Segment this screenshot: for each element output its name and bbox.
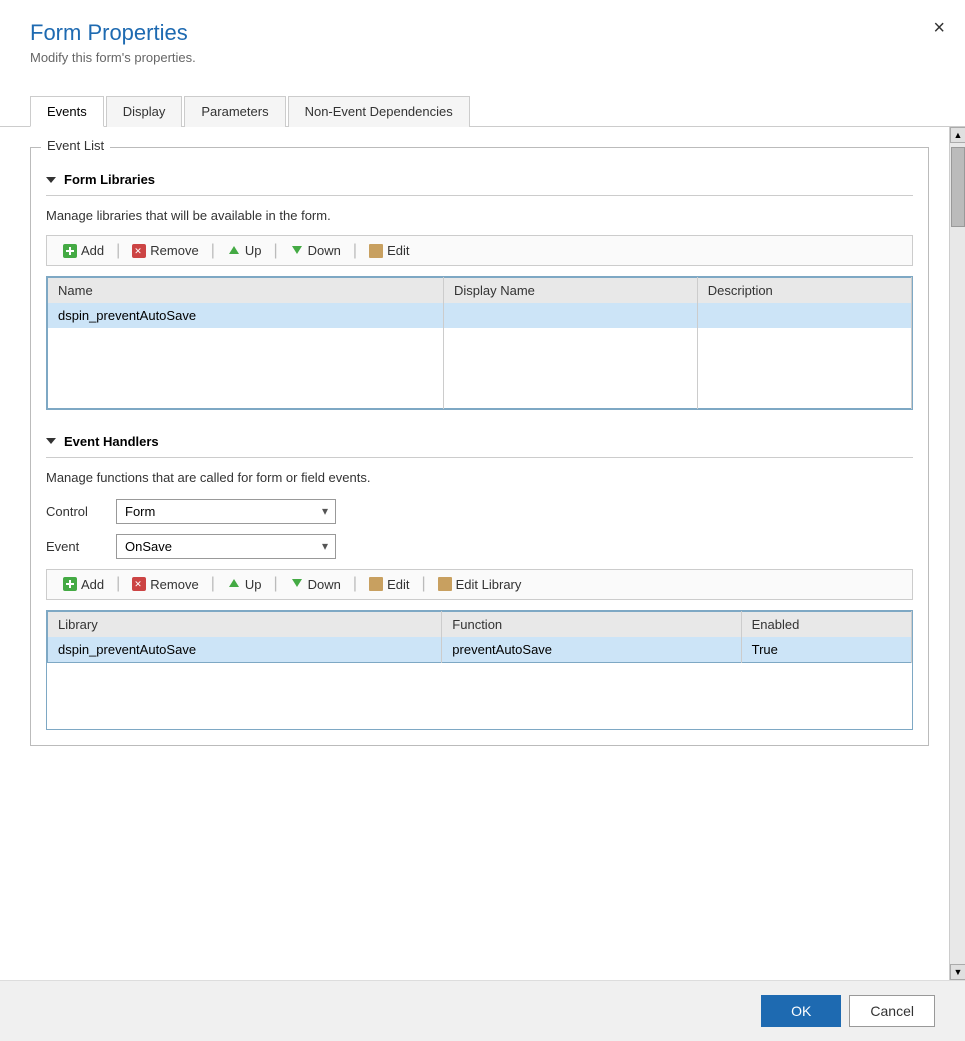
remove-icon bbox=[132, 244, 146, 258]
event-list-section: Event List Form Libraries Manage librari… bbox=[30, 147, 929, 746]
cell-name: dspin_preventAutoSave bbox=[48, 303, 444, 328]
col-name: Name bbox=[48, 278, 444, 304]
up-icon-2 bbox=[227, 577, 241, 591]
col-library: Library bbox=[48, 611, 442, 637]
libraries-up-button[interactable]: Up bbox=[219, 240, 270, 261]
add-icon bbox=[63, 244, 77, 258]
event-select[interactable]: OnSave bbox=[116, 534, 336, 559]
scroll-thumb[interactable] bbox=[951, 147, 965, 227]
cancel-button[interactable]: Cancel bbox=[849, 995, 935, 1027]
event-list-legend: Event List bbox=[41, 138, 110, 153]
scroll-up-button[interactable]: ▲ bbox=[950, 127, 965, 143]
edit-icon-2 bbox=[369, 577, 383, 591]
table-row[interactable]: dspin_preventAutoSave bbox=[48, 303, 912, 328]
event-row: Event OnSave bbox=[46, 534, 913, 559]
tab-display[interactable]: Display bbox=[106, 96, 183, 127]
form-libraries-section: Form Libraries Manage libraries that wil… bbox=[46, 172, 913, 410]
sep9: | bbox=[417, 575, 429, 593]
table-row[interactable]: dspin_preventAutoSave preventAutoSave Tr… bbox=[48, 637, 912, 663]
handlers-table-container: Library Function Enabled bbox=[46, 610, 913, 730]
handlers-edit-library-button[interactable]: Edit Library bbox=[430, 574, 530, 595]
sep4: | bbox=[349, 242, 361, 260]
sep6: | bbox=[207, 575, 219, 593]
libraries-toolbar: Add | Remove | Up bbox=[46, 235, 913, 266]
down-icon-2 bbox=[290, 577, 304, 591]
handlers-up-button[interactable]: Up bbox=[219, 574, 270, 595]
dialog-footer: OK Cancel bbox=[0, 980, 965, 1041]
handlers-add-button[interactable]: Add bbox=[55, 574, 112, 595]
sep5: | bbox=[112, 575, 124, 593]
cell-library: dspin_preventAutoSave bbox=[48, 637, 442, 663]
libraries-edit-button[interactable]: Edit bbox=[361, 240, 417, 261]
handlers-toolbar: Add | Remove | Up bbox=[46, 569, 913, 600]
dialog-header: Form Properties Modify this form's prope… bbox=[0, 0, 965, 75]
form-libraries-header: Form Libraries bbox=[46, 172, 913, 187]
content-area: Event List Form Libraries Manage librari… bbox=[0, 127, 965, 980]
event-handlers-title: Event Handlers bbox=[64, 434, 159, 449]
libraries-add-button[interactable]: Add bbox=[55, 240, 112, 261]
tabs-bar: Events Display Parameters Non-Event Depe… bbox=[0, 75, 965, 127]
libraries-remove-button[interactable]: Remove bbox=[124, 240, 206, 261]
scrollbar[interactable]: ▲ ▼ bbox=[949, 127, 965, 980]
tab-non-event-dependencies[interactable]: Non-Event Dependencies bbox=[288, 96, 470, 127]
handlers-remove-button[interactable]: Remove bbox=[124, 574, 206, 595]
sep1: | bbox=[112, 242, 124, 260]
handlers-table: Library Function Enabled bbox=[47, 611, 912, 663]
cell-display-name bbox=[444, 303, 698, 328]
main-content: Event List Form Libraries Manage librari… bbox=[0, 127, 949, 980]
libraries-table: Name Display Name Description bbox=[47, 277, 912, 409]
handlers-divider bbox=[46, 457, 913, 458]
libraries-table-header: Name Display Name Description bbox=[48, 278, 912, 304]
dialog-body: Event List Form Libraries Manage librari… bbox=[0, 127, 965, 980]
event-select-wrapper: OnSave bbox=[116, 534, 336, 559]
scroll-down-button[interactable]: ▼ bbox=[950, 964, 965, 980]
sep3: | bbox=[270, 242, 282, 260]
event-label: Event bbox=[46, 539, 106, 554]
cell-description bbox=[697, 303, 911, 328]
collapse-arrow-handlers[interactable] bbox=[46, 438, 56, 444]
dialog-title: Form Properties bbox=[30, 20, 935, 46]
close-button[interactable]: × bbox=[933, 18, 945, 38]
form-libraries-title: Form Libraries bbox=[64, 172, 155, 187]
remove-icon-2 bbox=[132, 577, 146, 591]
control-select-wrapper: Form bbox=[116, 499, 336, 524]
libraries-down-button[interactable]: Down bbox=[282, 240, 349, 261]
table-empty-row bbox=[48, 328, 912, 408]
tab-parameters[interactable]: Parameters bbox=[184, 96, 285, 127]
up-icon bbox=[227, 244, 241, 258]
control-select[interactable]: Form bbox=[116, 499, 336, 524]
libraries-table-container: Name Display Name Description bbox=[46, 276, 913, 410]
col-function: Function bbox=[442, 611, 741, 637]
add-icon-2 bbox=[63, 577, 77, 591]
handlers-down-button[interactable]: Down bbox=[282, 574, 349, 595]
event-handlers-section: Event Handlers Manage functions that are… bbox=[46, 434, 913, 730]
handlers-edit-button[interactable]: Edit bbox=[361, 574, 417, 595]
sep2: | bbox=[207, 242, 219, 260]
edit-library-icon bbox=[438, 577, 452, 591]
libraries-divider bbox=[46, 195, 913, 196]
col-enabled: Enabled bbox=[741, 611, 911, 637]
sep8: | bbox=[349, 575, 361, 593]
control-row: Control Form bbox=[46, 499, 913, 524]
collapse-arrow-libraries[interactable] bbox=[46, 177, 56, 183]
sep7: | bbox=[270, 575, 282, 593]
col-description: Description bbox=[697, 278, 911, 304]
cell-function: preventAutoSave bbox=[442, 637, 741, 663]
handlers-table-header: Library Function Enabled bbox=[48, 611, 912, 637]
cell-enabled: True bbox=[741, 637, 911, 663]
event-handlers-desc: Manage functions that are called for for… bbox=[46, 470, 913, 485]
control-label: Control bbox=[46, 504, 106, 519]
dialog-subtitle: Modify this form's properties. bbox=[30, 50, 935, 65]
edit-icon bbox=[369, 244, 383, 258]
down-icon bbox=[290, 244, 304, 258]
form-properties-dialog: Form Properties Modify this form's prope… bbox=[0, 0, 965, 1041]
form-libraries-desc: Manage libraries that will be available … bbox=[46, 208, 913, 223]
col-display-name: Display Name bbox=[444, 278, 698, 304]
ok-button[interactable]: OK bbox=[761, 995, 841, 1027]
tab-events[interactable]: Events bbox=[30, 96, 104, 127]
event-handlers-header: Event Handlers bbox=[46, 434, 913, 449]
